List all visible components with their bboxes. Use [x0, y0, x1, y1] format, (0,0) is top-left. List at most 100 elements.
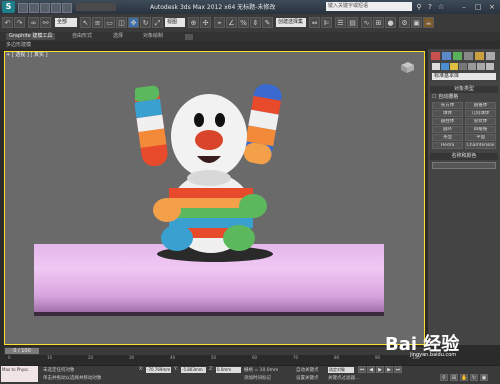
add-time-tag[interactable]: 添加时间标记 [244, 375, 271, 381]
close-icon[interactable]: × [488, 3, 496, 11]
time-slider-track[interactable] [4, 347, 425, 355]
tube-button[interactable]: 管状体 [465, 118, 496, 125]
unlink-icon[interactable]: ⚯ [40, 17, 51, 28]
align-icon[interactable]: ⊫ [321, 17, 332, 28]
open-file-icon[interactable] [29, 3, 39, 13]
auto-key-label[interactable]: 自动关键点 [296, 367, 319, 373]
select-object-icon[interactable]: ↖ [80, 17, 91, 28]
tab-graphite-modeling[interactable]: Graphite 建模工具 [6, 33, 56, 40]
name-color-rollout[interactable]: 名称和颜色 [430, 153, 498, 160]
key-filters-button[interactable]: 关键点过滤器... [328, 375, 359, 381]
spacewarps-icon[interactable] [477, 63, 485, 70]
selection-filter-dropdown[interactable]: 全部 [55, 18, 77, 27]
play-icon[interactable]: ▶ [376, 366, 384, 373]
rotate-icon[interactable]: ↻ [140, 17, 151, 28]
ribbon-minimize-icon[interactable] [185, 34, 193, 40]
box-button[interactable]: 长方体 [432, 102, 463, 109]
chamferbox-button[interactable]: ChamferBox [465, 142, 496, 149]
manipulate-icon[interactable]: ✣ [200, 17, 211, 28]
link-icon[interactable]: ∞ [28, 17, 39, 28]
help-icon[interactable]: ? [426, 3, 434, 11]
tab-object-paint[interactable]: 对象绘制 [143, 33, 163, 40]
pan-icon[interactable]: ✋ [460, 374, 468, 381]
object-type-rollout[interactable]: 对象类型 [430, 86, 498, 93]
curve-editor-icon[interactable]: ∿ [361, 17, 372, 28]
scale-icon[interactable]: ⤢ [152, 17, 163, 28]
rendered-frame-icon[interactable]: ▣ [411, 17, 422, 28]
time-slider-thumb[interactable]: 0 / 100 [5, 348, 39, 354]
torus-button[interactable]: 圆环 [432, 126, 463, 133]
app-logo-icon[interactable]: S [2, 1, 15, 13]
category-dropdown[interactable]: 标准基本体 [432, 73, 496, 80]
redo-icon[interactable] [62, 3, 72, 13]
graphite-toggle-icon[interactable]: ▤ [347, 17, 358, 28]
search-icon[interactable]: ⚲ [415, 3, 423, 11]
schematic-view-icon[interactable]: ⊞ [373, 17, 384, 28]
y-coord-field[interactable]: -5.803mm [181, 367, 206, 373]
redo-tool-icon[interactable]: ↷ [14, 17, 25, 28]
cone-button[interactable]: 圆锥体 [465, 102, 496, 109]
maxscript-listener[interactable]: Max to Physc [1, 366, 38, 382]
next-frame-icon[interactable]: ▶ [385, 366, 393, 373]
layer-manager-icon[interactable]: ☰ [335, 17, 346, 28]
geometry-icon[interactable] [432, 63, 440, 70]
workspace-dropdown[interactable] [76, 3, 116, 11]
pyramid-button[interactable]: 四棱锥 [465, 126, 496, 133]
maximize-icon[interactable]: □ [474, 3, 482, 11]
reference-coord-dropdown[interactable]: 视图 [165, 18, 185, 27]
cylinder-button[interactable]: 圆柱体 [432, 118, 463, 125]
mirror-icon[interactable]: ⇔ [309, 17, 320, 28]
zoom-all-icon[interactable]: ⊞ [450, 374, 458, 381]
angle-snap-icon[interactable]: ∠ [226, 17, 237, 28]
utilities-tab-icon[interactable] [486, 52, 495, 60]
named-selection-sets-dropdown[interactable]: 创建选择集 [276, 18, 306, 27]
snap-icon[interactable]: ⌖ [214, 17, 225, 28]
rectangle-select-icon[interactable]: ▭ [104, 17, 115, 28]
polygon-modeling-label[interactable]: 多边形建模 [6, 42, 31, 49]
set-key-label[interactable]: 设置关键点 [296, 375, 319, 381]
select-by-name-icon[interactable]: ≡ [92, 17, 103, 28]
geosphere-button[interactable]: 几何球体 [465, 110, 496, 117]
shapes-icon[interactable] [441, 63, 449, 70]
bunny-model[interactable] [135, 78, 285, 268]
sphere-button[interactable]: 球体 [432, 110, 463, 117]
edit-named-sets-icon[interactable]: ✎ [262, 17, 273, 28]
object-name-input[interactable] [432, 162, 496, 169]
lights-icon[interactable] [450, 63, 458, 70]
create-tab-icon[interactable] [431, 52, 440, 60]
cameras-icon[interactable] [459, 63, 467, 70]
zoom-icon[interactable]: ⚲ [440, 374, 448, 381]
star-icon[interactable]: ☆ [437, 3, 445, 11]
percent-snap-icon[interactable]: % [238, 17, 249, 28]
tab-freeform[interactable]: 自由形式 [72, 33, 92, 40]
undo-tool-icon[interactable]: ↶ [2, 17, 13, 28]
viewcube-icon[interactable] [399, 60, 415, 74]
modify-tab-icon[interactable] [442, 52, 451, 60]
motion-tab-icon[interactable] [464, 52, 473, 60]
tab-selection[interactable]: 选择 [113, 33, 123, 40]
prev-frame-icon[interactable]: ◀ [367, 366, 375, 373]
hedra-button[interactable]: Hedra [432, 142, 463, 149]
maximize-viewport-icon[interactable]: ▣ [480, 374, 488, 381]
new-file-icon[interactable] [18, 3, 28, 13]
undo-icon[interactable] [51, 3, 61, 13]
save-file-icon[interactable] [40, 3, 50, 13]
goto-start-icon[interactable]: ⏮ [358, 366, 366, 373]
window-crossing-icon[interactable]: ◫ [116, 17, 127, 28]
z-coord-field[interactable]: 0.0mm [216, 367, 241, 373]
move-icon[interactable]: ✥ [128, 17, 139, 28]
material-editor-icon[interactable]: ● [385, 17, 396, 28]
hierarchy-tab-icon[interactable] [453, 52, 462, 60]
display-tab-icon[interactable] [475, 52, 484, 60]
render-setup-icon[interactable]: ⚙ [399, 17, 410, 28]
search-input[interactable]: 键入关键字或短语 [326, 2, 412, 11]
autogrid-checkbox[interactable]: ☐ 自动栅格 [432, 94, 496, 100]
x-coord-field[interactable]: -70.769mm [146, 367, 171, 373]
orbit-icon[interactable]: ↻ [470, 374, 478, 381]
key-mode-dropdown[interactable]: 选定对象 [328, 367, 354, 373]
goto-end-icon[interactable]: ⏭ [394, 366, 402, 373]
minimize-icon[interactable]: – [460, 3, 468, 11]
viewport-label[interactable]: + [ 透视 ] [ 真实 ] [6, 51, 48, 58]
spinner-snap-icon[interactable]: ⇕ [250, 17, 261, 28]
plane-button[interactable]: 平面 [465, 134, 496, 141]
